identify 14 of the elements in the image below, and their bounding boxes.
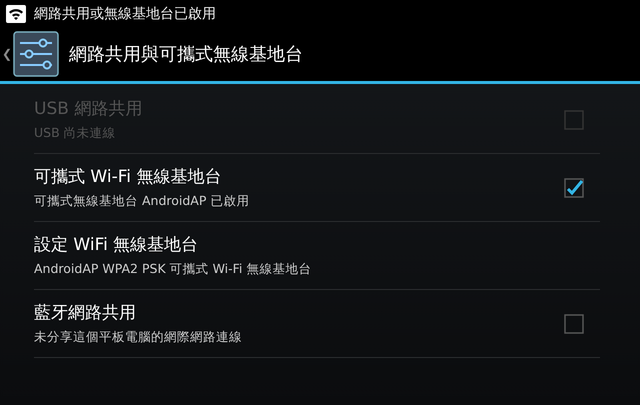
checkbox[interactable] — [564, 314, 584, 334]
setting-title[interactable]: 設定 WiFi 無線基地台 — [34, 233, 600, 256]
screen-title: 網路共用與可攜式無線基地台 — [69, 43, 304, 66]
notification-text: 網路共用或無線基地台已啟用 — [34, 4, 216, 22]
setting-summary: 未分享這個平板電腦的網際網路連線 — [34, 329, 243, 346]
setting-summary: USB 尚未連線 — [34, 125, 117, 142]
back-caret[interactable]: ❮ — [0, 47, 14, 61]
setting-summary: AndroidAP WPA2 PSK 可攜式 Wi-Fi 無線基地台 — [34, 261, 312, 278]
setting-title[interactable]: 可攜式 Wi-Fi 無線基地台 — [34, 165, 564, 188]
setting-title[interactable]: 藍牙網路共用 — [34, 301, 564, 324]
wifi-icon — [6, 4, 26, 22]
setting-summary: 可攜式無線基地台 AndroidAP 已啟用 — [34, 193, 250, 210]
settings-sliders-icon[interactable] — [13, 31, 60, 77]
checkbox[interactable] — [564, 178, 584, 198]
